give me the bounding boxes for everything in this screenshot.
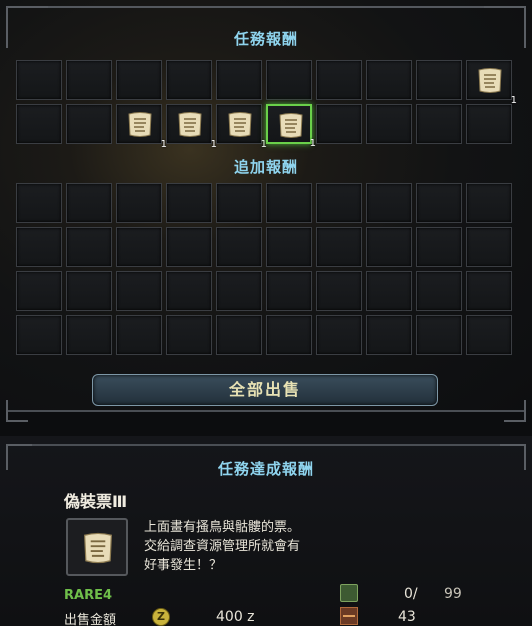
- reward-slot-empty[interactable]: [66, 60, 112, 100]
- reward-slot-empty[interactable]: [216, 183, 262, 223]
- ticket-icon: [178, 112, 202, 137]
- rarity-label: RARE4: [64, 588, 113, 603]
- reward-slot-empty[interactable]: [466, 104, 512, 144]
- reward-slot-empty[interactable]: [316, 271, 362, 311]
- reward-slot-empty[interactable]: [116, 60, 162, 100]
- reward-slot-empty[interactable]: [416, 104, 462, 144]
- reward-slot-empty[interactable]: [216, 271, 262, 311]
- reward-slot-empty[interactable]: [366, 104, 412, 144]
- reward-slot-empty[interactable]: [66, 315, 112, 355]
- description-line: 上面畫有搔鳥與骷髏的票。: [144, 520, 301, 535]
- reward-slot-item[interactable]: 1: [266, 104, 316, 149]
- quest-rewards-grid: 11111: [16, 60, 517, 150]
- reward-slot-empty[interactable]: [366, 183, 412, 223]
- box-count: 43: [398, 609, 416, 625]
- reward-slot-empty[interactable]: [466, 183, 512, 223]
- reward-slot-empty[interactable]: [16, 315, 62, 355]
- reward-slot-empty[interactable]: [316, 60, 362, 100]
- reward-slot-empty[interactable]: [216, 227, 262, 267]
- section-divider: [6, 400, 526, 434]
- reward-slot-empty[interactable]: [366, 227, 412, 267]
- reward-slot-empty[interactable]: [116, 183, 162, 223]
- reward-slot-empty[interactable]: [316, 227, 362, 267]
- reward-slot-empty[interactable]: [66, 227, 112, 267]
- reward-slot-empty[interactable]: [166, 227, 212, 267]
- reward-slot-empty[interactable]: [266, 315, 312, 355]
- ticket-icon: [279, 113, 303, 138]
- reward-slot-empty[interactable]: [16, 227, 62, 267]
- reward-slot-empty[interactable]: [366, 315, 412, 355]
- ticket-icon: [478, 68, 502, 93]
- ticket-icon: [84, 532, 112, 564]
- reward-slot-item[interactable]: 1: [166, 104, 217, 150]
- reward-slot-empty[interactable]: [166, 183, 212, 223]
- reward-slot-empty[interactable]: [416, 315, 462, 355]
- reward-slot-empty[interactable]: [166, 60, 212, 100]
- reward-slot-empty[interactable]: [366, 60, 412, 100]
- reward-slot-empty[interactable]: [66, 271, 112, 311]
- reward-slot-empty[interactable]: [216, 60, 262, 100]
- reward-slot-empty[interactable]: [16, 183, 62, 223]
- max-count: 99: [444, 586, 462, 602]
- sell-all-button[interactable]: 全部出售: [92, 374, 438, 406]
- reward-slot-empty[interactable]: [216, 315, 262, 355]
- reward-slot-empty[interactable]: [16, 271, 62, 311]
- reward-slot-empty[interactable]: [116, 271, 162, 311]
- reward-slot-item[interactable]: 1: [116, 104, 167, 150]
- reward-slot-empty[interactable]: [416, 60, 462, 100]
- item-name: 偽裝票Ⅲ: [64, 492, 128, 511]
- ticket-icon: [128, 112, 152, 137]
- item-pouch-icon: [340, 584, 358, 602]
- reward-slot-empty[interactable]: [16, 104, 62, 144]
- quest-completion-rewards-title: 任務達成報酬: [217, 460, 314, 478]
- zenny-icon: Z: [152, 608, 170, 626]
- item-box-icon: [340, 607, 358, 625]
- reward-slot-item[interactable]: 1: [216, 104, 267, 150]
- sell-price-value: 400 z: [216, 609, 255, 625]
- ticket-icon: [228, 112, 252, 137]
- description-line: 交給調查資源管理所就會有: [144, 539, 301, 554]
- additional-rewards-grid: [16, 183, 512, 355]
- reward-slot-empty[interactable]: [16, 60, 62, 100]
- reward-slot-empty[interactable]: [316, 183, 362, 223]
- reward-slot-empty[interactable]: [266, 183, 312, 223]
- description-line: 好事發生！？: [144, 558, 223, 573]
- reward-slot-empty[interactable]: [116, 227, 162, 267]
- reward-slot-empty[interactable]: [166, 271, 212, 311]
- sell-price-label: 出售金額: [64, 613, 117, 626]
- reward-slot-empty[interactable]: [66, 104, 112, 144]
- reward-slot-empty[interactable]: [366, 271, 412, 311]
- reward-slot-empty[interactable]: [416, 227, 462, 267]
- zenny-symbol: Z: [157, 610, 165, 623]
- reward-slot-empty[interactable]: [316, 315, 362, 355]
- reward-slot-empty[interactable]: [266, 60, 312, 100]
- reward-slot-empty[interactable]: [466, 271, 512, 311]
- reward-slot-empty[interactable]: [416, 183, 462, 223]
- item-preview: [66, 518, 128, 576]
- additional-rewards-title: 追加報酬: [233, 158, 298, 176]
- reward-slot-item[interactable]: 1: [466, 60, 517, 106]
- reward-slot-empty[interactable]: [466, 315, 512, 355]
- reward-slot-empty[interactable]: [266, 227, 312, 267]
- reward-slot-empty[interactable]: [466, 227, 512, 267]
- owned-count: 0/: [404, 586, 418, 602]
- reward-slot-empty[interactable]: [266, 271, 312, 311]
- reward-slot-empty[interactable]: [416, 271, 462, 311]
- reward-slot-empty[interactable]: [66, 183, 112, 223]
- item-description: 上面畫有搔鳥與骷髏的票。 交給調查資源管理所就會有 好事發生！？: [144, 518, 384, 575]
- quest-rewards-title: 任務報酬: [233, 30, 298, 48]
- reward-slot-empty[interactable]: [316, 104, 362, 144]
- reward-slot-empty[interactable]: [116, 315, 162, 355]
- reward-slot-empty[interactable]: [166, 315, 212, 355]
